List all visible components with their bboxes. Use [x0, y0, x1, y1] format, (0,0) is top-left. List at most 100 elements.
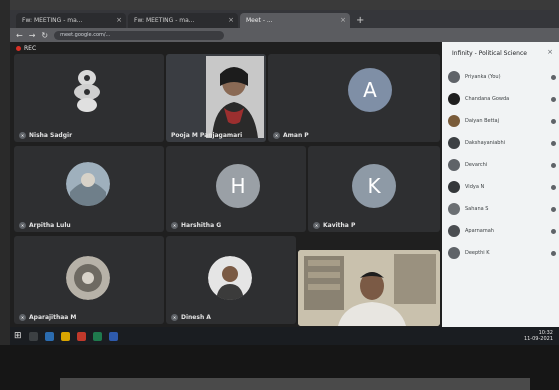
windows-start-icon[interactable]: ⊞ — [14, 331, 22, 341]
forward-arrow-icon[interactable]: → — [29, 31, 36, 40]
reload-icon[interactable]: ↻ — [41, 31, 48, 40]
chrome-browser-icon[interactable] — [76, 331, 86, 341]
more-options-icon[interactable] — [551, 140, 556, 146]
participant-name: Dakshayaniabhi — [465, 140, 506, 146]
participant-tile[interactable]: H ✕ Harshitha G — [166, 146, 306, 232]
participant-name: ✕ Kavitha P — [313, 222, 356, 229]
back-arrow-icon[interactable]: ← — [16, 31, 23, 40]
mic-off-icon: ✕ — [19, 132, 26, 139]
avatar: K — [352, 164, 396, 208]
participant-name: Sahana S — [465, 206, 489, 212]
more-options-icon[interactable] — [551, 228, 556, 234]
os-taskbar: ⊞ 10:32 11-09-2021 — [10, 327, 559, 345]
mic-off-icon: ✕ — [273, 132, 280, 139]
participant-name: ✕ Nisha Sadgir — [19, 132, 73, 139]
participant-name: Vidya N — [465, 184, 485, 190]
browser-tabbar: Fw: MEETING - ma... × Fw: MEETING - ma..… — [10, 10, 559, 28]
edge-browser-icon[interactable] — [44, 331, 54, 341]
list-item[interactable]: Devarchi — [448, 154, 556, 176]
list-item[interactable]: Daiyan Bettaj — [448, 110, 556, 132]
monitor-bezel-top — [0, 0, 559, 10]
self-view-tile[interactable] — [298, 250, 440, 326]
participant-tile[interactable]: ✕ Dinesh A — [166, 236, 296, 324]
new-tab-button[interactable]: + — [352, 15, 368, 28]
participant-tile[interactable]: ✕ Arpitha Lulu — [14, 146, 164, 232]
avatar — [448, 225, 460, 237]
avatar: H — [216, 164, 260, 208]
participant-name: ✕ Aman P — [273, 132, 309, 139]
photo-frame: Fw: MEETING - ma... × Fw: MEETING - ma..… — [0, 0, 559, 390]
recording-label: REC — [24, 45, 37, 52]
more-options-icon[interactable] — [551, 74, 556, 80]
avatar — [448, 247, 460, 259]
list-item[interactable]: Deepthi K — [448, 242, 556, 264]
avatar — [448, 203, 460, 215]
avatar — [66, 162, 110, 206]
close-icon[interactable]: × — [228, 16, 234, 24]
participant-name: Devarchi — [465, 162, 488, 168]
mic-off-icon: ✕ — [171, 314, 178, 321]
recording-indicator: REC — [16, 45, 36, 52]
participant-name: ✕ Arpitha Lulu — [19, 222, 71, 229]
more-options-icon[interactable] — [551, 206, 556, 212]
system-clock[interactable]: 10:32 11-09-2021 — [524, 330, 553, 342]
browser-tab-3[interactable]: Meet - ... × — [240, 13, 350, 28]
participant-name: Priyanka (You) — [465, 74, 501, 80]
list-item[interactable]: Priyanka (You) — [448, 66, 556, 88]
participant-name: ✕ Dinesh A — [171, 314, 211, 321]
monitor-bezel-left — [0, 0, 10, 390]
more-options-icon[interactable] — [551, 250, 556, 256]
participants-panel: Infinity - Political Science × Priyanka … — [442, 42, 559, 327]
participant-name: Aparnamah — [465, 228, 494, 234]
participant-list: Priyanka (You) Chandana Gowda Daiyan Bet… — [448, 66, 556, 264]
avatar — [448, 71, 460, 83]
list-item[interactable]: Vidya N — [448, 176, 556, 198]
close-icon[interactable]: × — [116, 16, 122, 24]
close-icon[interactable]: × — [547, 48, 553, 56]
participant-tile[interactable]: ✕ Nisha Sadgir — [14, 54, 164, 142]
participant-name: ✕ Harshitha G — [171, 222, 222, 229]
list-item[interactable]: Dakshayaniabhi — [448, 132, 556, 154]
tab-title: Meet - ... — [246, 17, 273, 24]
folder-icon[interactable] — [60, 331, 70, 341]
more-options-icon[interactable] — [551, 162, 556, 168]
avatar — [448, 115, 460, 127]
participant-tile[interactable]: Pooja M Panjagamari — [166, 54, 266, 142]
avatar — [448, 137, 460, 149]
avatar: A — [348, 68, 392, 112]
participant-name: Daiyan Bettaj — [465, 118, 499, 124]
desk-surface — [60, 378, 530, 390]
avatar — [448, 93, 460, 105]
list-item[interactable]: Sahana S — [448, 198, 556, 220]
participant-tile[interactable]: A ✕ Aman P — [268, 54, 440, 142]
participant-name: ✕ Aparajithaa M — [19, 314, 77, 321]
avatar — [66, 256, 110, 300]
record-dot-icon — [16, 46, 21, 51]
monitor-screen: Fw: MEETING - ma... × Fw: MEETING - ma..… — [10, 10, 559, 345]
more-options-icon[interactable] — [551, 184, 556, 190]
close-icon[interactable]: × — [340, 16, 346, 24]
more-options-icon[interactable] — [551, 96, 556, 102]
more-options-icon[interactable] — [551, 118, 556, 124]
browser-tab-2[interactable]: Fw: MEETING - ma... × — [128, 13, 238, 28]
participant-tile[interactable]: K ✕ Kavitha P — [308, 146, 440, 232]
participant-tile[interactable]: ✕ Aparajithaa M — [14, 236, 164, 324]
excel-icon[interactable] — [92, 331, 102, 341]
mic-off-icon: ✕ — [19, 314, 26, 321]
word-icon[interactable] — [108, 331, 118, 341]
address-input[interactable]: meet.google.com/... — [54, 30, 225, 40]
participant-name: Deepthi K — [465, 250, 490, 256]
browser-toolbar: ← → ↻ meet.google.com/... — [10, 28, 559, 42]
list-item[interactable]: Chandana Gowda — [448, 88, 556, 110]
organization-logo-icon — [74, 70, 100, 112]
list-item[interactable]: Aparnamah — [448, 220, 556, 242]
mic-off-icon: ✕ — [313, 222, 320, 229]
participant-camera-feed — [206, 56, 264, 138]
browser-tab-1[interactable]: Fw: MEETING - ma... × — [16, 13, 126, 28]
mic-off-icon: ✕ — [19, 222, 26, 229]
mic-off-icon: ✕ — [171, 222, 178, 229]
search-icon[interactable] — [28, 331, 38, 341]
tab-title: Fw: MEETING - ma... — [134, 17, 195, 24]
tab-title: Fw: MEETING - ma... — [22, 17, 83, 24]
avatar — [208, 256, 252, 300]
